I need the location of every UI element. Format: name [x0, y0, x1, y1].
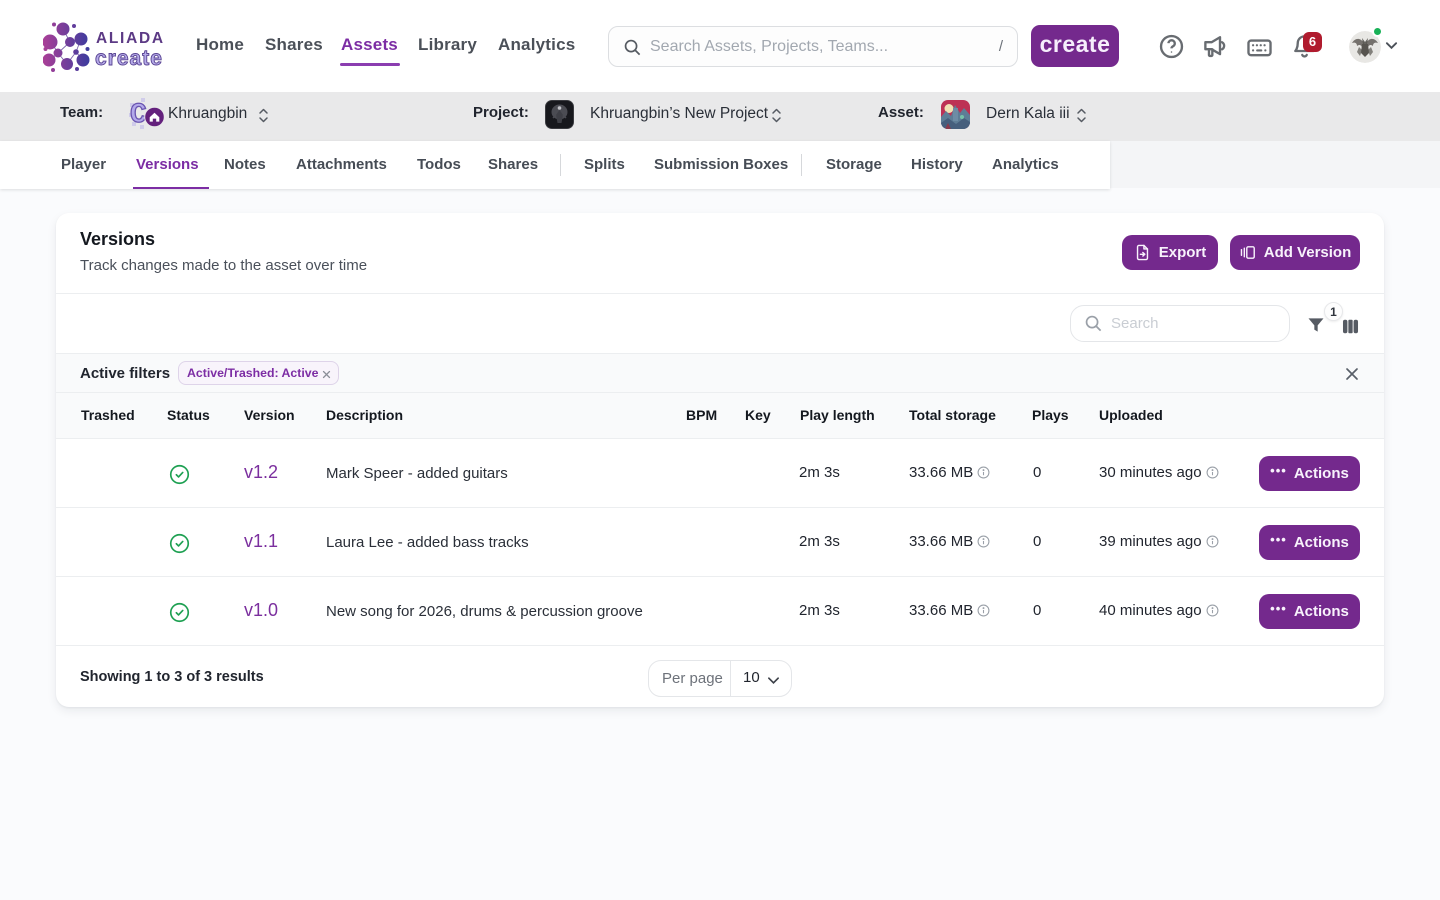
- svg-text:ALIADA: ALIADA: [96, 30, 165, 47]
- svg-text:create: create: [95, 47, 163, 70]
